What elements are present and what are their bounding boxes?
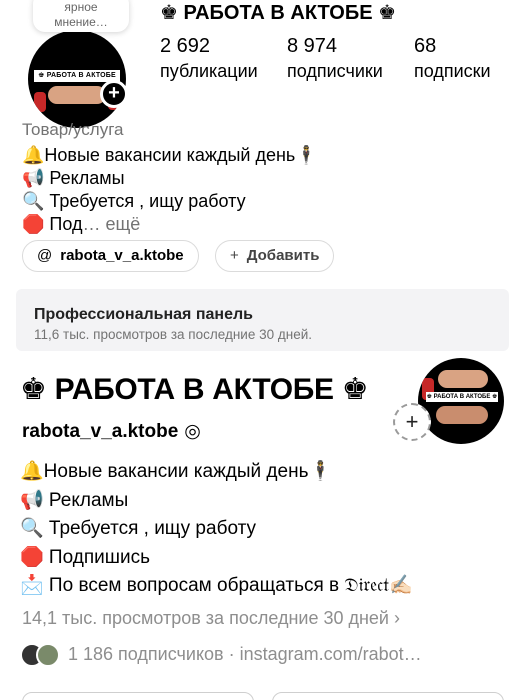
avatar-decoration: [48, 86, 106, 104]
avatar-decoration: [436, 406, 488, 424]
pro-panel-subtitle: 11,6 тыс. просмотров за последние 30 дне…: [34, 327, 312, 342]
bio-line: 🛑 Под: [22, 214, 83, 234]
bio-line: 🛑 Подпишись: [20, 546, 150, 568]
add-story-plus-icon[interactable]: +: [100, 80, 128, 108]
threads-link-chip[interactable]: @ rabota_v_a.ktobe: [22, 240, 199, 272]
profile-avatar[interactable]: ♚ РАБОТА В АКТОБЕ ♚: [28, 30, 126, 128]
profile-name: ♚ РАБОТА В АКТОБЕ ♚: [160, 2, 397, 24]
bio-line: 📢 Рекламы: [22, 168, 125, 188]
threads-logo-icon: ◎: [184, 421, 201, 442]
avatar-banner-text: ♚ РАБОТА В АКТОБЕ ♚: [426, 392, 498, 402]
stat-posts[interactable]: 2 692 публикации: [160, 34, 258, 84]
threads-profile-name: ♚ РАБОТА В АКТОБЕ ♚: [20, 373, 369, 406]
threads-chip-label: rabota_v_a.ktobe: [60, 247, 184, 264]
add-link-chip[interactable]: + Добавить: [215, 240, 335, 272]
bio-line: 🔍 Требуется , ищу работу: [22, 191, 246, 211]
bio-line: 📢 Рекламы: [20, 489, 129, 511]
profile-category: Товар/услуга: [22, 120, 124, 139]
stat-value: 8 974: [287, 35, 338, 57]
followers-count-and-link: 1 186 подписчиков · instagram.com/rabot…: [68, 644, 422, 664]
action-button[interactable]: [272, 692, 504, 700]
bio-line: 🔔Новые вакансии каждый день🕴: [22, 145, 318, 165]
stat-followers[interactable]: 8 974 подписчики: [287, 34, 383, 84]
stat-label: подписчики: [287, 61, 383, 81]
note-bubble[interactable]: ярное мнение…: [33, 0, 129, 32]
bio-line: 📩 По всем вопросам обращаться в 𝔇𝔦𝔯𝔢𝔠𝔱✍🏻: [20, 575, 413, 596]
threads-avatar[interactable]: ♚ РАБОТА В АКТОБЕ ♚: [418, 358, 504, 444]
avatar-decoration: [34, 92, 46, 112]
threads-icon: @: [37, 247, 53, 264]
avatar-banner-text: ♚ РАБОТА В АКТОБЕ ♚: [34, 70, 120, 91]
professional-dashboard[interactable]: Профессиональная панель 11,6 тыс. просмо…: [16, 289, 509, 351]
stat-value: 2 692: [160, 35, 211, 57]
stat-value: 68: [414, 35, 437, 57]
add-story-plus-icon[interactable]: +: [393, 403, 431, 441]
threads-handle[interactable]: rabota_v_a.ktobe ◎: [22, 420, 201, 443]
add-chip-label: Добавить: [246, 247, 320, 264]
stat-label: публикации: [160, 61, 258, 81]
bio-line: 🔍 Требуется , ищу работу: [20, 518, 257, 539]
stat-label: подписки: [414, 61, 491, 81]
follower-avatar: [36, 643, 60, 667]
action-button[interactable]: [22, 692, 254, 700]
plus-icon: +: [230, 247, 239, 264]
bio-line-truncated: 🛑 Под… ещё: [22, 213, 318, 236]
threads-handle-text: rabota_v_a.ktobe: [22, 421, 179, 442]
instagram-profile-header: ♚ РАБОТА В АКТОБЕ ♚ ярное мнение… + ♚ РА…: [0, 0, 525, 351]
stat-following[interactable]: 68 подписки: [414, 34, 491, 84]
threads-bio: 🔔Новые вакансии каждый день🕴 📢 Рекламы 🔍…: [20, 458, 413, 601]
note-text: ярное мнение…: [54, 0, 108, 29]
bio-more-link[interactable]: … ещё: [82, 214, 140, 234]
avatar-decoration: [438, 370, 488, 388]
pro-panel-title: Профессиональная панель: [34, 306, 253, 323]
threads-views-link[interactable]: 14,1 тыс. просмотров за последние 30 дне…: [22, 608, 400, 629]
bio-line: 🔔Новые вакансии каждый день🕴: [20, 461, 333, 482]
profile-bio: 🔔Новые вакансии каждый день🕴 📢 Рекламы 🔍…: [22, 144, 318, 236]
